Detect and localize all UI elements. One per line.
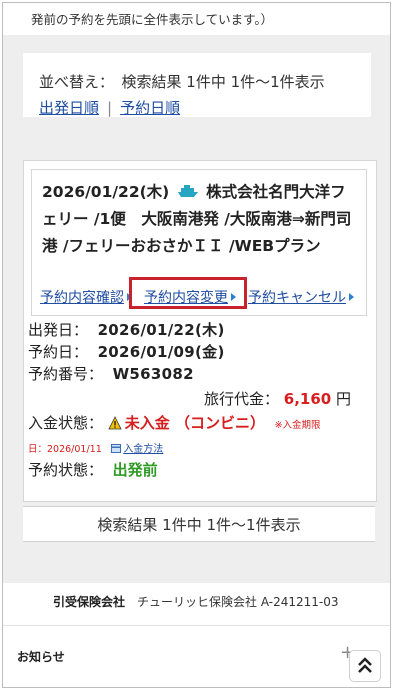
highlight-box (129, 277, 247, 309)
payment-row: 入金状態： 未入金 （コンビニ） ※入金期限 (28, 412, 321, 433)
booking-number-row: 予約番号： W563082 (28, 363, 194, 384)
results-area: 並べ替え： 検索結果 1件中 1件〜1件表示 出発日順 | 予約日順 2026/01… (3, 35, 390, 583)
title-date: 2026/01/22(木) (42, 183, 170, 201)
news-label: お知らせ (17, 650, 65, 664)
insurance-value: チューリッヒ保険会社 A-241211-03 (137, 595, 339, 609)
scroll-top-button[interactable] (349, 650, 381, 682)
reservation-card: 2026/01/22(木) 株式会社名門大洋フェリー /1便 大阪南港発 /大阪… (23, 160, 377, 502)
booking-number-value: W563082 (112, 365, 194, 383)
chevron-double-up-icon (358, 657, 372, 673)
status-value: 出発前 (112, 461, 158, 479)
booking-number-label: 予約番号： (28, 365, 104, 383)
payment-deadline-note: ※入金期限 (274, 420, 321, 431)
cancel-link[interactable]: 予約キャンセル (248, 287, 354, 307)
summary-bar: 検索結果 1件中 1件〜1件表示 (23, 506, 375, 542)
departure-row: 出発日： 2026/01/22(木) (28, 319, 225, 340)
status-label: 予約状態： (28, 461, 104, 479)
sort-links: 出発日順 | 予約日順 (39, 97, 180, 118)
reservation-title: 2026/01/22(木) 株式会社名門大洋フェリー /1便 大阪南港発 /大阪… (42, 179, 360, 260)
confirm-label: 予約内容確認 (40, 290, 124, 306)
price-label: 旅行代金： (204, 390, 280, 408)
arrow-right-icon (349, 293, 354, 301)
booking-date-value: 2026/01/09(金) (97, 343, 225, 361)
reservation-header: 2026/01/22(木) 株式会社名門大洋フェリー /1便 大阪南港発 /大阪… (31, 169, 367, 316)
deadline-row: 日：2026/01/11 入金方法 (28, 438, 163, 456)
deadline-date: 日：2026/01/11 (28, 444, 102, 455)
news-section[interactable]: お知らせ + (3, 625, 390, 687)
sort-booking-link[interactable]: 予約日順 (120, 99, 180, 117)
sort-separator: | (107, 99, 113, 117)
card-icon (111, 444, 122, 453)
booking-date-row: 予約日： 2026/01/09(金) (28, 341, 225, 362)
sort-departure-link[interactable]: 出発日順 (39, 99, 99, 117)
price-row: 旅行代金： 6,160 円 (204, 388, 351, 409)
sort-panel: 並べ替え： 検索結果 1件中 1件〜1件表示 出発日順 | 予約日順 (23, 53, 371, 117)
departure-value: 2026/01/22(木) (97, 321, 225, 339)
payment-method-link[interactable]: 入金方法 (123, 444, 163, 455)
price-unit: 円 (336, 390, 352, 408)
sort-summary: 並べ替え： 検索結果 1件中 1件〜1件表示 (39, 73, 325, 91)
warning-icon (108, 416, 122, 430)
summary-text: 検索結果 1件中 1件〜1件表示 (97, 516, 301, 534)
status-row: 予約状態： 出発前 (28, 459, 158, 480)
departure-label: 出発日： (28, 321, 89, 339)
price-value: 6,160 (283, 390, 332, 408)
confirm-link[interactable]: 予約内容確認 (40, 287, 132, 307)
top-note: 発前の予約を先頭に全件表示しています。） (3, 3, 390, 36)
page-frame: 発前の予約を先頭に全件表示しています。） 並べ替え： 検索結果 1件中 1件〜1… (2, 2, 391, 688)
top-note-text: 発前の予約を先頭に全件表示しています。） (31, 12, 274, 27)
ship-icon (177, 185, 198, 197)
cancel-label: 予約キャンセル (248, 290, 346, 306)
booking-date-label: 予約日： (28, 343, 89, 361)
insurance-label: 引受保険会社 (53, 595, 126, 609)
payment-label: 入金状態： (28, 414, 104, 432)
payment-status: 未入金 （コンビニ） (124, 414, 266, 432)
